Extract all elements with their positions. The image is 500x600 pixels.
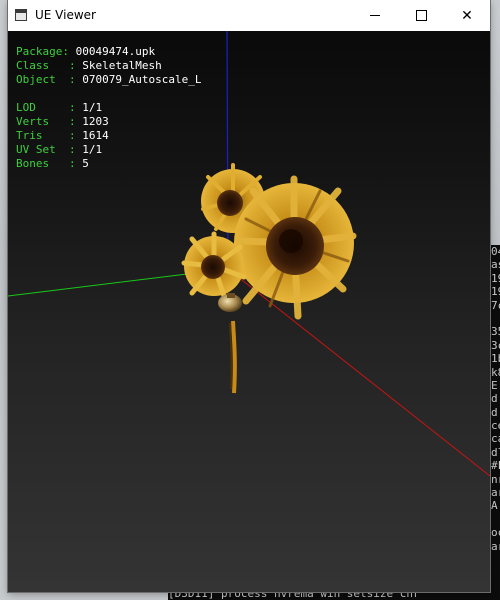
info-tris: Tris : 1614 xyxy=(16,129,109,142)
info-lod: LOD : 1/1 xyxy=(16,101,103,114)
console-line: dl xyxy=(491,445,500,459)
console-line: nr xyxy=(491,472,500,486)
console-line: ce xyxy=(491,419,500,433)
console-line: ca xyxy=(491,432,500,446)
console-line: 04 xyxy=(491,245,500,258)
console-line: 35 xyxy=(491,325,500,339)
console-line: 19 xyxy=(491,271,500,285)
close-icon: ✕ xyxy=(461,7,473,24)
info-object: Object : 070079_Autoscale_L xyxy=(16,73,202,86)
console-line: A xyxy=(491,499,498,513)
info-verts: Verts : 1203 xyxy=(16,115,109,128)
console-line: ar xyxy=(491,539,500,553)
console-line: d xyxy=(491,392,498,406)
3d-viewport[interactable]: Package: 00049474.upk Class : SkeletalMe… xyxy=(8,31,490,592)
title-bar[interactable]: UE Viewer ✕ xyxy=(8,0,490,31)
console-line: 3c xyxy=(491,338,500,352)
axis-z-line xyxy=(226,31,229,270)
console-line: oc xyxy=(491,526,500,540)
axis-x-line xyxy=(227,268,490,477)
console-line: E xyxy=(491,378,498,392)
ue-viewer-window: UE Viewer ✕ Package: 00049474.upk Class … xyxy=(8,0,490,592)
console-line: d xyxy=(491,405,498,419)
mesh-info-overlay: Package: 00049474.upk Class : SkeletalMe… xyxy=(16,45,201,171)
console-line: as xyxy=(491,258,500,272)
stem-shadow xyxy=(229,322,233,390)
maximize-button[interactable] xyxy=(398,0,444,31)
maximize-icon xyxy=(415,10,427,21)
console-line: ar xyxy=(491,486,500,500)
info-class: Class : SkeletalMesh xyxy=(16,59,162,72)
window-title: UE Viewer xyxy=(35,8,96,22)
minimize-button[interactable] xyxy=(352,0,398,31)
console-line: 19 xyxy=(491,285,500,299)
stem xyxy=(231,320,237,394)
console-line: 7c xyxy=(491,298,500,312)
minimize-icon xyxy=(370,15,380,16)
info-uvset: UV Set : 1/1 xyxy=(16,143,103,156)
console-line: 1b xyxy=(491,352,500,366)
info-package: Package: 00049474.upk xyxy=(16,45,156,58)
info-bones: Bones : 5 xyxy=(16,157,89,170)
console-window: 04as19197c353c1bk8Eddcecadl#FnrarAocar xyxy=(490,245,500,600)
app-window-icon xyxy=(15,9,27,21)
console-line: #F xyxy=(491,459,500,473)
console-line: k8 xyxy=(491,365,500,379)
close-button[interactable]: ✕ xyxy=(444,0,490,31)
